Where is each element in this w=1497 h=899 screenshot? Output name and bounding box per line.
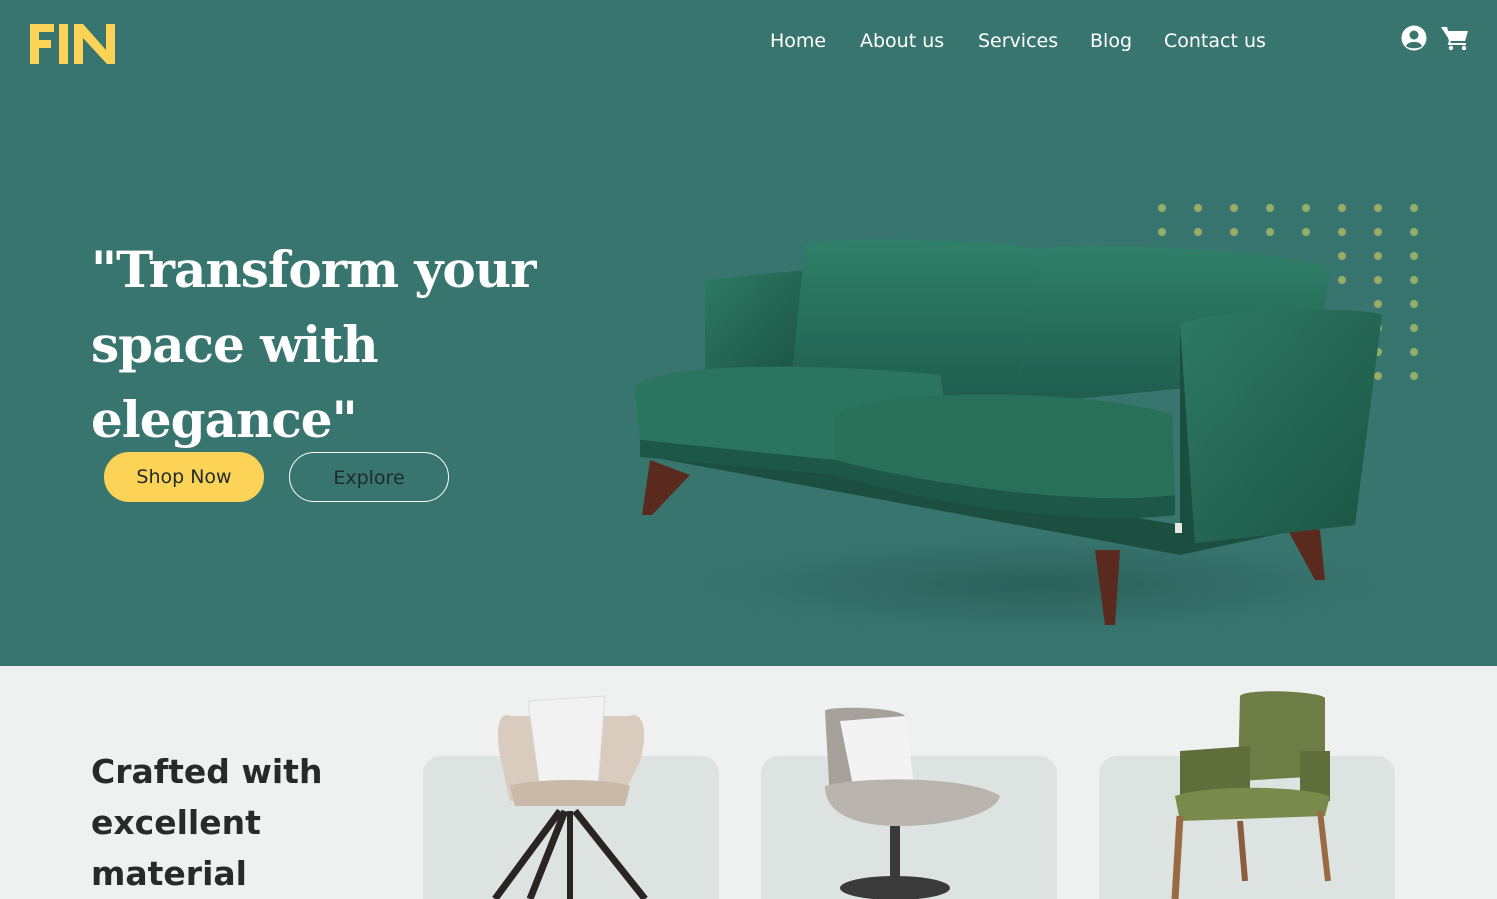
olive-dining-chair-image: [1171, 691, 1331, 899]
crafted-heading-line2: excellent: [91, 803, 261, 842]
nav-services[interactable]: Services: [978, 27, 1058, 55]
crafted-heading-line1: Crafted with: [91, 752, 323, 791]
green-velvet-sofa-image: [635, 239, 1382, 635]
crafted-heading-line3: material: [91, 854, 247, 893]
hero-headline: "Transform your space with elegance": [91, 232, 651, 457]
beige-armchair-image: [492, 695, 648, 899]
nav-blog[interactable]: Blog: [1090, 27, 1132, 55]
nav-home[interactable]: Home: [770, 27, 826, 55]
shop-now-button[interactable]: Shop Now: [104, 452, 264, 502]
featured-section: Crafted with excellent material: [0, 666, 1497, 899]
explore-button[interactable]: Explore: [289, 452, 449, 502]
grey-lounge-chair-image: [825, 707, 1000, 899]
crafted-heading: Crafted with excellent material: [91, 746, 351, 899]
hero-section: Home About us Services Blog Contact us "…: [0, 0, 1497, 666]
hero-headline-line1: "Transform your: [91, 240, 536, 299]
fin-logo[interactable]: [30, 24, 116, 64]
cart-icon[interactable]: [1440, 25, 1470, 51]
nav-about-us[interactable]: About us: [860, 27, 944, 55]
user-icon[interactable]: [1401, 25, 1427, 51]
hero-headline-line2: space with elegance": [91, 315, 379, 449]
nav-contact-us[interactable]: Contact us: [1164, 27, 1266, 55]
